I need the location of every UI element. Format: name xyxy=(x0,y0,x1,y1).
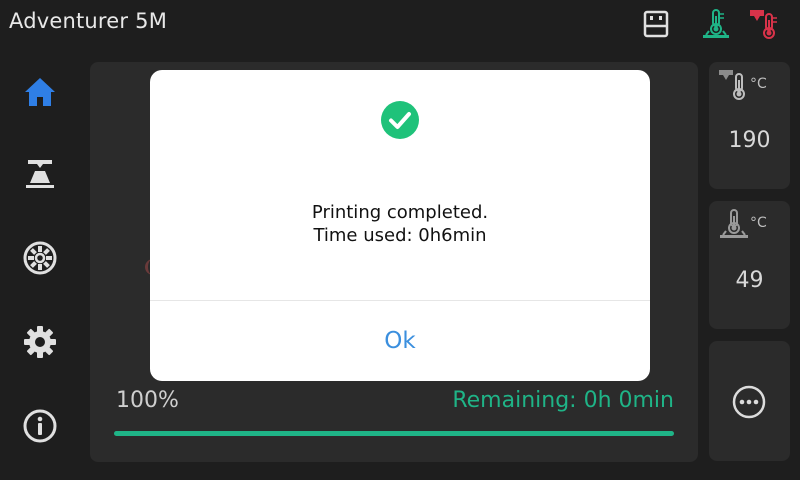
bed-temp-unit: °C xyxy=(750,215,767,231)
nozzle-temp-value: 190 xyxy=(728,128,771,153)
info-icon xyxy=(22,408,58,448)
print-complete-dialog: Printing completed. Time used: 0h6min Ok xyxy=(150,70,650,381)
success-check-icon xyxy=(381,101,419,139)
bed-thermometer-icon xyxy=(717,207,751,241)
progress-bar-fill xyxy=(114,431,674,436)
progress-percent: 100% xyxy=(116,388,179,413)
nozzle-temperature-icon[interactable] xyxy=(748,8,780,40)
printer-icon xyxy=(23,157,57,195)
more-options-card[interactable] xyxy=(709,341,790,461)
app-title: Adventurer 5M xyxy=(9,9,168,33)
top-bar: Adventurer 5M xyxy=(0,0,800,46)
sidebar-item-filament[interactable] xyxy=(18,238,62,282)
nozzle-temp-unit: °C xyxy=(750,76,767,92)
bed-temperature-icon[interactable] xyxy=(700,8,732,40)
sidebar-item-info[interactable] xyxy=(18,406,62,450)
nozzle-temperature-card[interactable]: °C 190 xyxy=(709,62,790,189)
progress-bar xyxy=(114,431,674,436)
dialog-message: Printing completed. Time used: 0h6min xyxy=(150,201,650,247)
gear-icon xyxy=(22,324,58,364)
sidebar-item-settings[interactable] xyxy=(18,322,62,366)
bed-temp-value: 49 xyxy=(735,268,764,293)
nozzle-thermometer-icon xyxy=(717,68,751,102)
filament-spool-icon xyxy=(22,240,58,280)
dialog-message-line1: Printing completed. xyxy=(311,202,489,223)
sidebar xyxy=(0,62,80,462)
sidebar-item-home[interactable] xyxy=(18,72,62,116)
remaining-time: Remaining: 0h 0min xyxy=(452,388,674,413)
sidebar-item-print[interactable] xyxy=(18,154,62,198)
bed-temperature-card[interactable]: °C 49 xyxy=(709,201,790,329)
usb-drive-icon[interactable] xyxy=(640,8,672,40)
home-icon xyxy=(23,75,57,113)
ok-button[interactable]: Ok xyxy=(150,301,650,381)
more-options-icon xyxy=(731,384,767,420)
dialog-message-line2: Time used: 0h6min xyxy=(313,225,487,246)
